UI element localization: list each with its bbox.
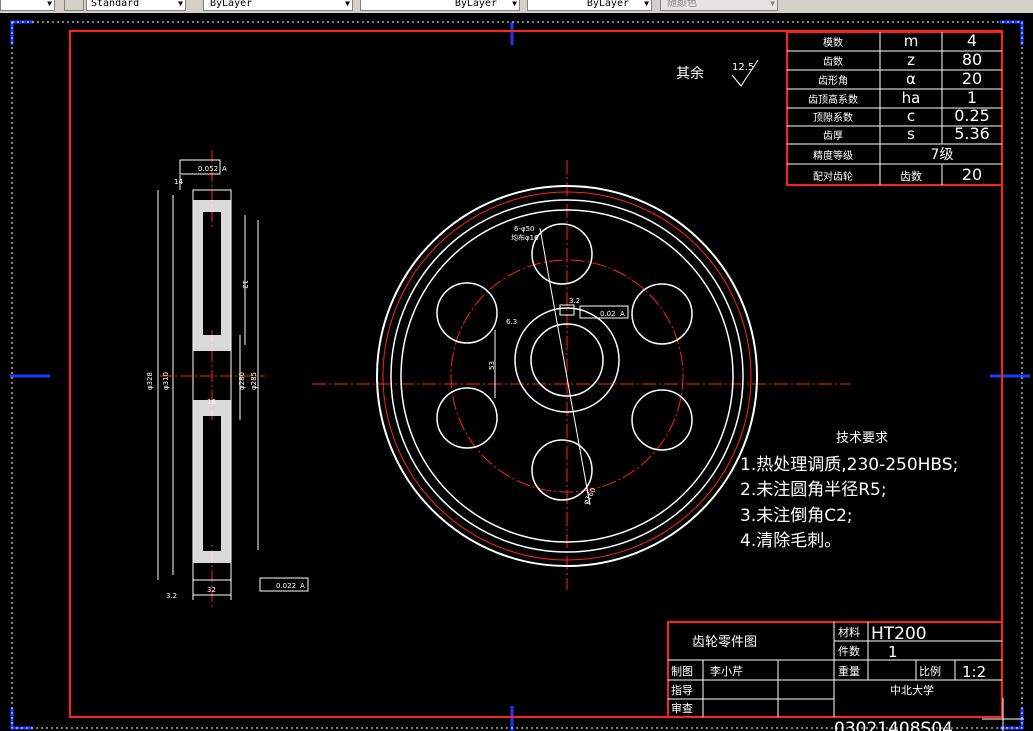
param-value: 1	[967, 88, 977, 107]
front-datum: A	[620, 310, 625, 318]
count-label: 件数	[838, 645, 860, 658]
chevron-down-icon: ▼	[644, 0, 649, 8]
param-symbol: z	[907, 51, 915, 69]
scale-label: 比例	[919, 664, 941, 678]
dim-d2: φ310	[162, 372, 170, 390]
dim-d4: φ285	[250, 372, 258, 390]
tech-item-4: 4.清除毛刺。	[740, 531, 841, 551]
linetype-value: ByLayer	[454, 0, 497, 9]
param-symbol: c	[907, 107, 915, 125]
material-label: 材料	[838, 625, 860, 639]
param-value: 20	[962, 165, 982, 184]
linetype-select[interactable]: ByLayer ▼	[360, 0, 520, 11]
text-style-value: Standard	[91, 0, 140, 9]
param-name: 齿形角	[818, 75, 848, 87]
chevron-down-icon: ▼	[770, 0, 775, 8]
param-value: 4	[967, 31, 977, 50]
guide-label: 指导	[671, 683, 693, 697]
chevron-down-icon: ▼	[178, 0, 183, 8]
chevron-down-icon: ▼	[512, 0, 517, 8]
param-value: 5.36	[954, 124, 990, 143]
toolbar-button[interactable]: ▼	[0, 0, 55, 11]
dim-14: 14	[174, 178, 183, 186]
param-name: 齿厚	[823, 130, 843, 142]
properties-toolbar: ▼ Standard ▼ ByLayer ▼ ByLayer ▼ ByLayer ▼ 随…	[0, 0, 1033, 13]
roughness-12: 12	[241, 280, 249, 289]
tech-item-2: 2.未注圆角半径R5;	[740, 480, 887, 500]
dim-d3: φ280	[238, 372, 246, 390]
drawing-name: 齿轮零件图	[692, 635, 757, 650]
dim-16: 16	[207, 398, 216, 406]
drawing-frame	[69, 30, 1003, 718]
param-name: 齿顶高系数	[808, 93, 858, 106]
datum-bottom: A	[300, 582, 305, 590]
dim-d1: φ328	[146, 372, 154, 390]
datum-top: A	[222, 165, 227, 173]
side-section-view: 0.052 A 0.022 A 14 16 32 12 3.2 φ328 φ31…	[146, 150, 309, 610]
param-name: 配对齿轮	[813, 170, 853, 183]
scale-value: 1:2	[962, 663, 986, 681]
review-label: 审查	[671, 701, 693, 715]
color-value: 随颜色	[667, 0, 697, 9]
param-symbol: α	[906, 70, 916, 88]
roughness-label: 其余	[676, 65, 704, 82]
holes-note: 6-φ50	[514, 225, 535, 233]
crosshair-cursor-icon	[982, 698, 1024, 731]
tech-requirements: 技术要求 1.热处理调质,230-250HBS; 2.未注圆角半径R5; 3.未…	[740, 431, 958, 551]
tolerance-top: 0.052	[198, 165, 218, 173]
material-value: HT200	[871, 624, 927, 644]
chevron-down-icon: ▼	[345, 0, 350, 8]
param-symbol: s	[907, 125, 915, 143]
param-value: 0.25	[954, 106, 990, 125]
layer-select[interactable]: ByLayer ▼	[203, 0, 353, 11]
front-roughness-32: 3.2	[569, 297, 580, 305]
param-value: 7级	[931, 147, 954, 163]
lineweight-select[interactable]: ByLayer ▼	[527, 0, 652, 11]
param-value: 80	[962, 50, 982, 69]
layer-value: ByLayer	[210, 0, 253, 9]
drawing-number: 03021408S04	[834, 719, 953, 731]
param-name: 模数	[823, 36, 843, 49]
lineweight-value: ByLayer	[586, 0, 629, 9]
params-table: 模数 m 4 齿数 z 80 齿形角 α 20 齿顶高系数 ha 1 顶隙系数 c 0.25 齿厚 s 5.36 精…	[786, 31, 1003, 186]
front-roughness-63: 6.3	[506, 318, 517, 326]
param-name: 齿数	[823, 55, 843, 68]
tolerance-bottom: 0.022	[276, 582, 296, 590]
tech-item-1: 1.热处理调质,230-250HBS;	[740, 455, 958, 475]
school-name: 中北大学	[890, 683, 934, 697]
hatch-rim-top	[193, 200, 231, 212]
drawn-by: 李小芹	[710, 664, 743, 678]
weight-label: 重量	[838, 664, 860, 678]
title-block: 齿轮零件图 材料 HT200 件数 1 重量 比例 1:2 制图 李小芹 指导 …	[667, 621, 1003, 731]
param-value: 20	[962, 69, 982, 88]
count-value: 1	[888, 643, 898, 661]
param-name: 顶隙系数	[813, 111, 853, 124]
drawing-canvas[interactable]: 模数 m 4 齿数 z 80 齿形角 α 20 齿顶高系数 ha 1 顶隙系数 c 0.25 齿厚 s 5.36 精…	[0, 13, 1033, 731]
holes-note-2: 均布φ16	[511, 233, 539, 242]
dim-32: 32	[207, 586, 216, 594]
roughness-note: 其余 12.5	[676, 59, 759, 87]
tech-item-3: 3.未注倒角C2;	[740, 506, 853, 526]
param-symbol: ha	[902, 89, 921, 107]
chevron-down-icon: ▼	[47, 0, 52, 8]
roughness-32: 3.2	[166, 592, 177, 600]
front-tolerance: 0.02	[600, 310, 616, 318]
dim-53: 53	[488, 361, 496, 370]
param-symbol: 齿数	[900, 170, 922, 183]
color-select[interactable]: 随颜色 ▼	[660, 0, 778, 11]
drawn-label: 制图	[671, 665, 693, 678]
text-style-select[interactable]: Standard ▼	[86, 0, 186, 11]
param-name: 精度等级	[813, 149, 853, 162]
tech-title: 技术要求	[836, 431, 888, 446]
text-style-icon[interactable]	[64, 0, 84, 11]
param-symbol: m	[904, 32, 919, 50]
